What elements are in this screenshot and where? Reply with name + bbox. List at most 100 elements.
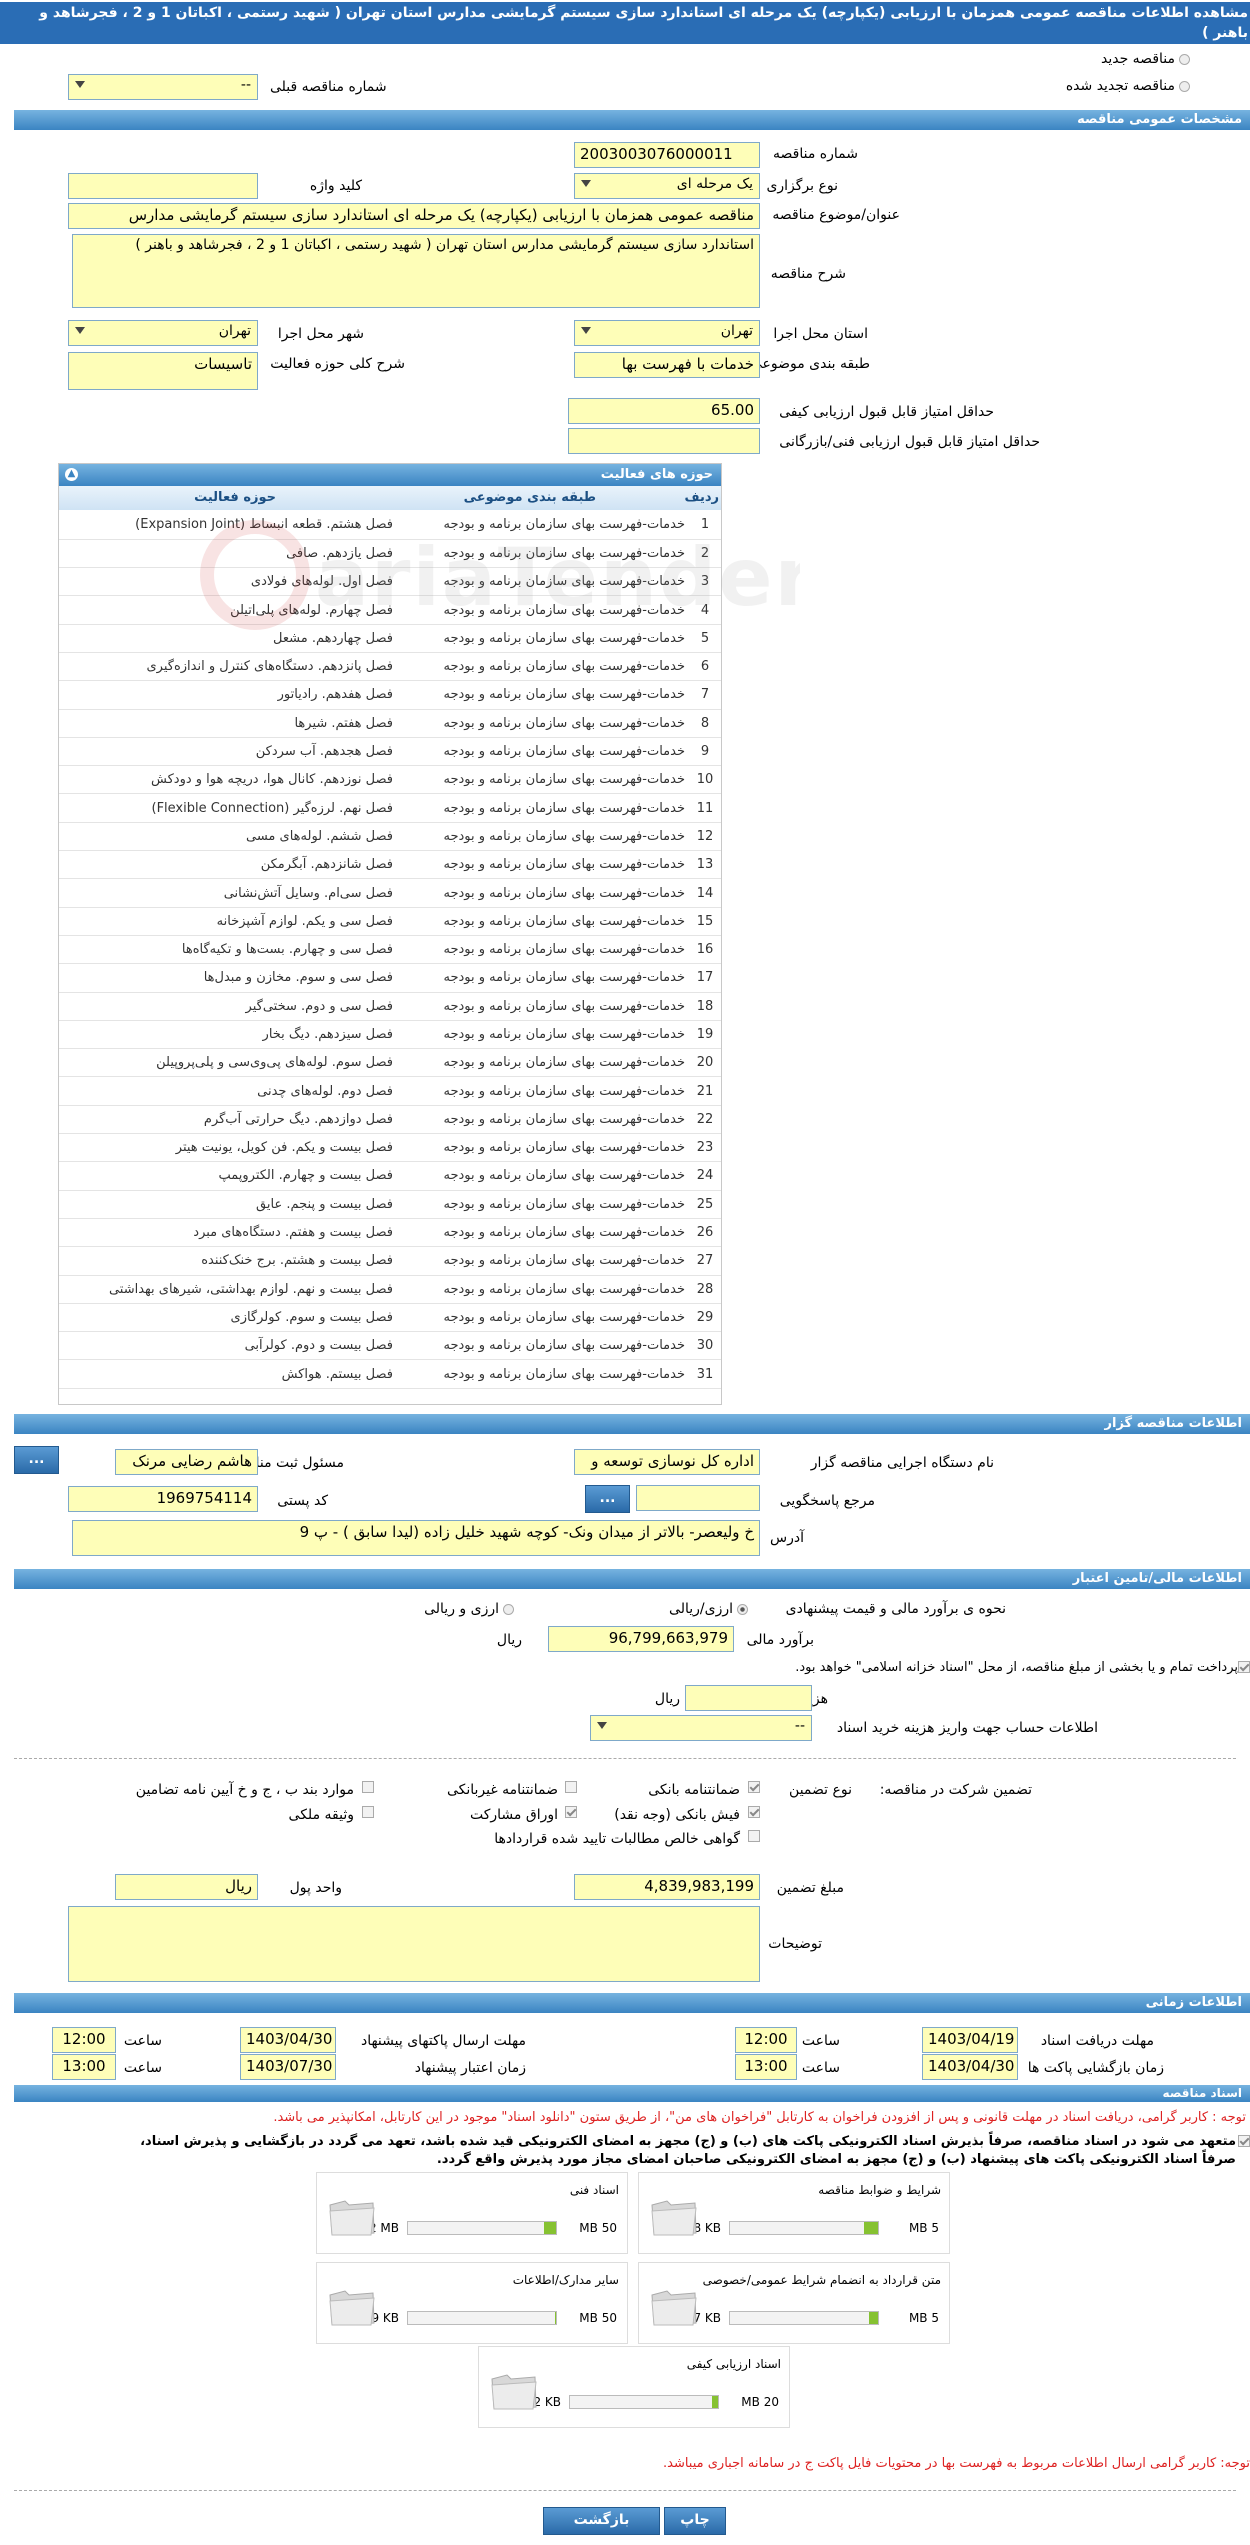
table-cell-area: فصل بیست و هفتم. دستگاه‌های مبرد <box>59 1218 397 1248</box>
file-box[interactable]: اسناد ارزیابی کیفی 20 MB 832 KB <box>478 2346 790 2428</box>
holding-select[interactable]: یک مرحله ای <box>574 173 760 199</box>
table-cell-area: فصل نهم. لرزه‌گیر (Flexible Connection) <box>59 793 397 823</box>
table-cell-cat: خدمات-فهرست بهای سازمان برنامه و بودجه <box>397 1133 689 1163</box>
table-row: 21 خدمات-فهرست بهای سازمان برنامه و بودجه… <box>59 1076 721 1106</box>
g5-checkbox[interactable] <box>565 1806 577 1818</box>
commit-checkbox[interactable] <box>1238 2135 1250 2147</box>
treasury-checkbox[interactable] <box>1238 1661 1250 1673</box>
ref-lookup-button[interactable]: ... <box>585 1485 630 1513</box>
table-cell-area: فصل سوم. لوله‌های پی‌وی‌سی و پلی‌پروپیلن <box>59 1048 397 1078</box>
city-label: شهر محل اجرا <box>277 326 364 342</box>
table-cell-cat: خدمات-فهرست بهای سازمان برنامه و بودجه <box>397 1218 689 1248</box>
table-cell-area: فصل بیست و دوم. کولرآبی <box>59 1331 397 1361</box>
table-cell-n: 31 <box>689 1359 721 1389</box>
collapse-icon[interactable]: ▲ <box>65 468 78 481</box>
col-area: حوزه فعالیت <box>194 490 276 505</box>
address-field: خ ولیعصر- بالاتر از میدان ونک- کوچه شهید… <box>72 1520 760 1556</box>
radio-renewed-tender[interactable]: مناقصه تجدید شده <box>1066 78 1190 94</box>
table-row: 29 خدمات-فهرست بهای سازمان برنامه و بودجه… <box>59 1303 721 1333</box>
col-category: طبقه بندی موضوعی <box>463 490 596 505</box>
org-field: اداره کل نوسازی توسعه و <box>574 1449 760 1475</box>
file-max: 50 MB <box>579 2311 617 2325</box>
time-label: ساعت <box>123 2033 162 2049</box>
back-button[interactable]: بازگشت <box>543 2507 660 2535</box>
g3-checkbox[interactable] <box>362 1781 374 1793</box>
file-progress <box>729 2221 879 2235</box>
table-cell-area: فصل سی و سوم. مخازن و مبدل‌ها <box>59 963 397 993</box>
table-cell-cat: خدمات-فهرست بهای سازمان برنامه و بودجه <box>397 850 689 880</box>
city-select[interactable]: تهران <box>68 320 258 346</box>
table-row: 9 خدمات-فهرست بهای سازمان برنامه و بودجه ف… <box>59 737 721 767</box>
g2-checkbox[interactable] <box>565 1781 577 1793</box>
table-row: 13 خدمات-فهرست بهای سازمان برنامه و بودجه… <box>59 850 721 880</box>
table-cell-cat: خدمات-فهرست بهای سازمان برنامه و بودجه <box>397 1105 689 1135</box>
g6-checkbox[interactable] <box>362 1806 374 1818</box>
category-label: طبقه بندی موضوعی <box>750 356 870 372</box>
file-name: متن قرارداد به انضمام شرایط عمومی/خصوصی <box>702 2273 941 2287</box>
file-box[interactable]: سایر مدارک/اطلاعات 50 MB 29 KB <box>316 2262 628 2344</box>
radio-icon <box>737 1603 748 1615</box>
radio-new-tender[interactable]: مناقصه جدید <box>1101 51 1190 67</box>
ref-input[interactable] <box>636 1485 760 1511</box>
guarantee-type-label: نوع تضمین <box>789 1782 852 1798</box>
file-box[interactable]: شرایط و ضوابط مناقصه 5 MB 488 KB <box>638 2172 950 2254</box>
number-label: شماره مناقصه <box>773 146 858 162</box>
file-box[interactable]: متن قرارداد به انضمام شرایط عمومی/خصوصی 5… <box>638 2262 950 2344</box>
activities-col-headers: ردیف طبقه بندی موضوعی حوزه فعالیت <box>59 486 721 510</box>
account-select[interactable]: -- <box>590 1715 812 1741</box>
account-value: -- <box>794 1718 805 1734</box>
category-field: خدمات با فهرست بها <box>574 352 760 378</box>
keyword-input[interactable] <box>68 173 258 199</box>
prev-tender-select[interactable]: -- <box>68 74 258 100</box>
table-cell-cat: خدمات-فهرست بهای سازمان برنامه و بودجه <box>397 1303 689 1333</box>
section-general-header: مشخصات عمومی مناقصه <box>14 110 1250 130</box>
account-label: اطلاعات حساب جهت واریز هزینه خرید اسناد <box>836 1720 1098 1736</box>
col-row: ردیف <box>684 490 719 505</box>
min-tech-field <box>568 428 760 454</box>
province-select[interactable]: تهران <box>574 320 760 346</box>
table-row: 15 خدمات-فهرست بهای سازمان برنامه و بودجه… <box>59 907 721 936</box>
g1-checkbox[interactable] <box>748 1781 760 1793</box>
table-cell-n: 13 <box>689 850 721 880</box>
notes-field <box>68 1906 760 1982</box>
section-finance-header: اطلاعات مالی/تامین اعتبار <box>14 1569 1250 1589</box>
table-cell-cat: خدمات-فهرست بهای سازمان برنامه و بودجه <box>397 737 689 767</box>
method-opt1[interactable]: ارزی/ریالی <box>669 1601 748 1617</box>
table-cell-n: 30 <box>689 1331 721 1361</box>
folder-icon <box>491 2374 537 2410</box>
table-cell-n: 10 <box>689 765 721 795</box>
table-cell-cat: خدمات-فهرست بهای سازمان برنامه و بودجه <box>397 793 689 823</box>
chevron-down-icon <box>75 327 85 334</box>
table-row: 16 خدمات-فهرست بهای سازمان برنامه و بودجه… <box>59 935 721 965</box>
chevron-down-icon <box>597 1722 607 1729</box>
file-box[interactable]: اسناد فنی 50 MB 4.02 MB <box>316 2172 628 2254</box>
table-cell-cat: خدمات-فهرست بهای سازمان برنامه و بودجه <box>397 680 689 710</box>
table-cell-cat: خدمات-فهرست بهای سازمان برنامه و بودجه <box>397 822 689 852</box>
send-deadline-time: 12:00 <box>52 2027 116 2053</box>
table-cell-n: 8 <box>689 709 721 738</box>
holding-value: یک مرحله ای <box>676 176 753 192</box>
officer-lookup-button[interactable]: ... <box>14 1446 59 1474</box>
g7-checkbox[interactable] <box>748 1830 760 1842</box>
tender-number-field: 2003003076000011 <box>574 142 760 168</box>
send-deadline-label: مهلت ارسال پاکتهای پیشنهاد <box>360 2033 526 2049</box>
table-cell-area: فصل سی‌ام. وسایل آتش‌نشانی <box>59 878 397 908</box>
radio-icon <box>1179 53 1190 65</box>
method-opt2[interactable]: ارزی و ریالی <box>424 1601 514 1617</box>
activities-title: حوزه های فعالیت <box>600 467 713 482</box>
table-cell-n: 16 <box>689 935 721 965</box>
open-time: 13:00 <box>735 2054 797 2080</box>
g4-checkbox[interactable] <box>748 1806 760 1818</box>
table-cell-cat: خدمات-فهرست بهای سازمان برنامه و بودجه <box>397 963 689 993</box>
table-cell-cat: خدمات-فهرست بهای سازمان برنامه و بودجه <box>397 907 689 936</box>
table-cell-area: فصل بیستم. هواکش <box>59 1359 397 1389</box>
table-row: 18 خدمات-فهرست بهای سازمان برنامه و بودجه… <box>59 992 721 1021</box>
estimate-currency: ریال <box>496 1632 522 1648</box>
send-deadline-date: 1403/04/30 <box>240 2027 336 2053</box>
print-button[interactable]: چاپ <box>664 2507 726 2535</box>
table-cell-area: فصل بیست و پنجم. عایق <box>59 1190 397 1219</box>
divider <box>14 1758 1236 1759</box>
folder-icon <box>329 2290 375 2326</box>
table-row: 20 خدمات-فهرست بهای سازمان برنامه و بودجه… <box>59 1048 721 1078</box>
docs-bottom-note: توجه: کاربر گرامی ارسال اطلاعات مربوط به… <box>663 2456 1250 2471</box>
